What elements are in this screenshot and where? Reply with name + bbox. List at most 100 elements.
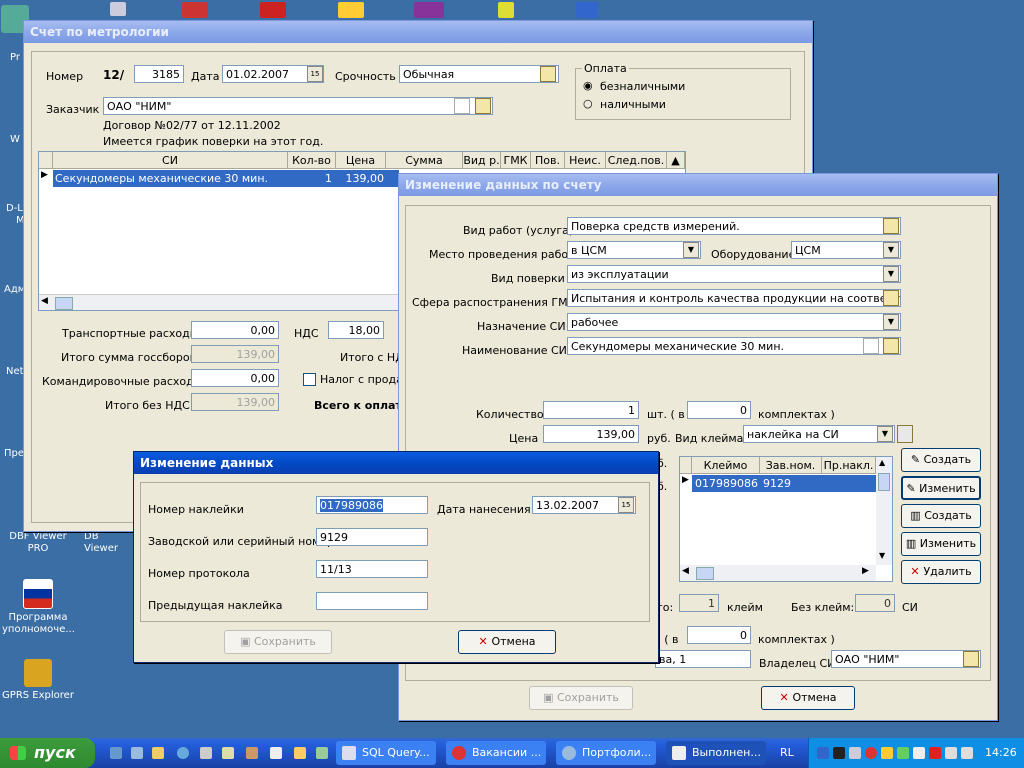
horizontal-scrollbar[interactable]: ◀ ▶ bbox=[680, 565, 876, 581]
quicklaunch-icon[interactable] bbox=[177, 747, 189, 759]
quicklaunch-icon[interactable] bbox=[222, 747, 234, 759]
grid-header[interactable]: След.пов. bbox=[606, 152, 667, 169]
business-trip-input[interactable]: 0,00 bbox=[191, 369, 279, 387]
sales-tax-checkbox[interactable] bbox=[303, 373, 316, 386]
owner-input[interactable]: ОАО "НИМ" bbox=[831, 650, 981, 668]
vertical-scrollbar[interactable]: ▲ ▼ bbox=[876, 457, 892, 565]
check-icon[interactable] bbox=[454, 98, 470, 114]
delete-button[interactable]: ✕ Удалить bbox=[901, 560, 981, 584]
desktop-icon[interactable] bbox=[110, 2, 126, 16]
folder-icon[interactable] bbox=[152, 747, 164, 759]
desktop-icon-dbf-viewer[interactable]: DBF Viewer PRO bbox=[2, 531, 74, 555]
calendar-icon[interactable]: 15 bbox=[307, 66, 323, 82]
horizontal-scrollbar[interactable]: ◀ bbox=[39, 294, 399, 310]
quicklaunch-icon[interactable] bbox=[246, 747, 258, 759]
serial-input[interactable]: 9129 bbox=[316, 528, 428, 546]
book-icon[interactable] bbox=[883, 290, 899, 306]
grid-header[interactable]: Неис. bbox=[565, 152, 606, 169]
tray-icon[interactable] bbox=[913, 747, 925, 759]
tray-icon[interactable] bbox=[961, 747, 973, 759]
calendar-icon[interactable]: 15 bbox=[618, 497, 634, 513]
book-icon[interactable] bbox=[540, 66, 556, 82]
book-icon[interactable] bbox=[963, 651, 979, 667]
scroll-right-icon[interactable]: ▶ bbox=[862, 566, 869, 576]
task-sql-query[interactable]: SQL Query... bbox=[336, 741, 436, 765]
grid-header[interactable]: Клеймо bbox=[692, 457, 760, 474]
sticker-input[interactable]: 017989086 bbox=[316, 496, 428, 514]
scroll-thumb[interactable] bbox=[878, 473, 890, 491]
desktop-icon[interactable] bbox=[576, 2, 598, 18]
place-select[interactable]: в ЦСМ bbox=[567, 241, 701, 259]
price-input[interactable]: 139,00 bbox=[543, 425, 639, 443]
desktop-icon[interactable] bbox=[260, 2, 286, 18]
magic-wand-icon[interactable] bbox=[863, 338, 879, 354]
chevron-down-icon[interactable]: ▼ bbox=[883, 314, 899, 330]
quicklaunch-icon[interactable] bbox=[200, 747, 212, 759]
name-input[interactable]: Секундомеры механические 30 мин. bbox=[567, 337, 901, 355]
scroll-left-icon[interactable]: ◀ bbox=[682, 566, 689, 576]
grid-header[interactable]: Цена bbox=[336, 152, 386, 169]
tray-icon[interactable] bbox=[945, 747, 957, 759]
table-row[interactable]: Секундомеры механические 30 мин. 1 139,0… bbox=[53, 170, 399, 187]
tray-icon[interactable] bbox=[929, 747, 941, 759]
task-running[interactable]: Выполнен... bbox=[666, 741, 766, 765]
grid-header[interactable]: Сумма bbox=[386, 152, 463, 169]
scroll-thumb[interactable] bbox=[696, 567, 714, 580]
start-button[interactable]: пуск bbox=[0, 738, 95, 768]
desktop-icon[interactable] bbox=[338, 2, 364, 18]
edit-button[interactable]: ✎ Изменить bbox=[901, 476, 981, 500]
scroll-up-icon[interactable]: ▲ bbox=[667, 152, 685, 169]
scroll-down-icon[interactable]: ▼ bbox=[879, 551, 885, 560]
chevron-down-icon[interactable]: ▼ bbox=[883, 242, 899, 258]
radio-cashless[interactable]: ◉ bbox=[583, 79, 593, 92]
tray-icon[interactable] bbox=[833, 747, 845, 759]
task-vacancies[interactable]: Вакансии ... bbox=[446, 741, 546, 765]
chevron-down-icon[interactable]: ▼ bbox=[683, 242, 699, 258]
radio-cash[interactable]: ○ bbox=[583, 97, 593, 110]
task-portfolio[interactable]: Портфоли... bbox=[556, 741, 656, 765]
scroll-up-icon[interactable]: ▲ bbox=[879, 458, 885, 467]
grid-header[interactable]: Пр.накл. bbox=[822, 457, 876, 474]
chevron-down-icon[interactable]: ▼ bbox=[883, 266, 899, 282]
book-icon[interactable] bbox=[883, 218, 899, 234]
location-input[interactable]: ва, 1 bbox=[655, 650, 751, 668]
desktop-icon[interactable] bbox=[498, 2, 514, 18]
cancel-button[interactable]: ✕ Отмена bbox=[458, 630, 556, 654]
language-indicator[interactable]: RL bbox=[780, 746, 794, 759]
tray-icon[interactable] bbox=[849, 747, 861, 759]
urgency-input[interactable]: Обычная bbox=[399, 65, 559, 83]
quicklaunch-icon[interactable] bbox=[270, 747, 282, 759]
create-button[interactable]: ✎ Создать bbox=[901, 448, 981, 472]
protocol-input[interactable]: 11/13 bbox=[316, 560, 428, 578]
number-input[interactable]: 3185 bbox=[134, 65, 184, 83]
quicklaunch-icon[interactable] bbox=[294, 747, 306, 759]
verification-type-select[interactable]: из эксплуатации bbox=[567, 265, 901, 283]
quicklaunch-icon[interactable] bbox=[316, 747, 328, 759]
tray-icon[interactable] bbox=[881, 747, 893, 759]
scroll-thumb[interactable] bbox=[55, 297, 73, 310]
table-row[interactable]: 017989086 9129 bbox=[692, 475, 876, 492]
desktop-icon[interactable] bbox=[414, 2, 444, 18]
qty-input[interactable]: 1 bbox=[543, 401, 639, 419]
grid-header[interactable]: Пов. bbox=[531, 152, 565, 169]
gmk-input[interactable]: Испытания и контроль качества продукции … bbox=[567, 289, 901, 307]
grid-header[interactable]: Кол-во bbox=[288, 152, 336, 169]
tray-icon[interactable] bbox=[897, 747, 909, 759]
desktop-icon-gprs[interactable]: GPRS Explorer bbox=[2, 659, 74, 702]
customer-input[interactable]: ОАО "НИМ" bbox=[103, 97, 493, 115]
sets2-input[interactable]: 0 bbox=[687, 626, 751, 644]
book-icon[interactable] bbox=[475, 98, 491, 114]
book-icon[interactable] bbox=[883, 338, 899, 354]
desktop-icon-program[interactable]: Программа уполномоче... bbox=[2, 579, 75, 636]
prev-input[interactable] bbox=[316, 592, 428, 610]
desktop-icon[interactable] bbox=[182, 2, 208, 18]
grid-header[interactable]: Зав.ном. bbox=[760, 457, 822, 474]
edit-barcode-button[interactable]: ▥ Изменить bbox=[901, 532, 981, 556]
quicklaunch-icon[interactable] bbox=[110, 747, 122, 759]
stamp-icon[interactable] bbox=[897, 425, 913, 443]
save-button[interactable]: ▣ Сохранить bbox=[529, 686, 633, 710]
grid-header[interactable]: ГМК bbox=[501, 152, 531, 169]
chevron-down-icon[interactable]: ▼ bbox=[877, 426, 893, 442]
sets-input[interactable]: 0 bbox=[687, 401, 751, 419]
save-button[interactable]: ▣ Сохранить bbox=[224, 630, 332, 654]
